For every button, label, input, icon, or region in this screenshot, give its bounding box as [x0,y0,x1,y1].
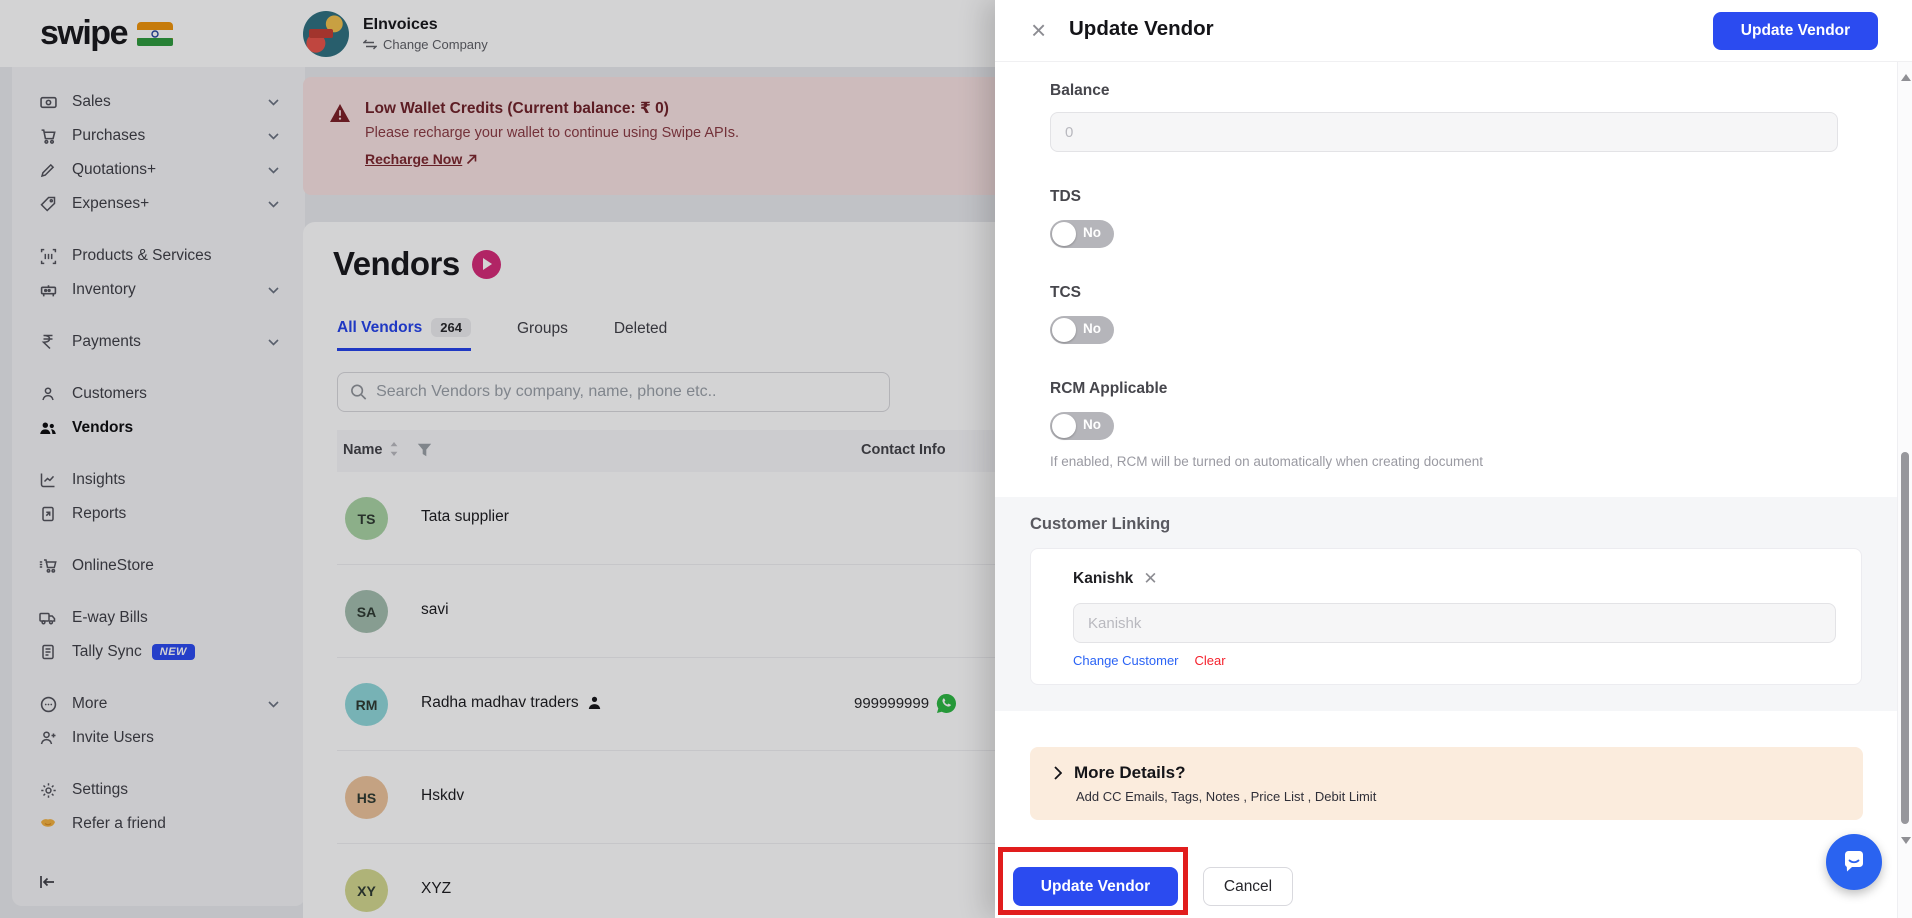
customer-linking-heading: Customer Linking [1030,515,1171,533]
tcs-label: TCS [1050,284,1081,301]
customer-input[interactable] [1073,603,1836,643]
drawer-footer: Update Vendor Cancel [995,830,1912,918]
customer-linking-section: Customer Linking Kanishk ✕ Change Custom… [995,497,1897,711]
clear-link[interactable]: Clear [1195,653,1226,668]
drawer-title: Update Vendor [1069,17,1214,40]
drawer-header: × Update Vendor Update Vendor [995,0,1912,62]
drawer-body: Balance TDS No TCS No RCM Applicable No … [995,62,1897,830]
tds-label: TDS [1050,188,1081,205]
drawer-scrollbar [1897,62,1912,918]
more-details-subtitle: Add CC Emails, Tags, Notes , Price List … [1076,789,1377,804]
more-details-expander[interactable]: More Details? Add CC Emails, Tags, Notes… [1030,747,1863,820]
scroll-down-arrow[interactable] [1901,837,1911,844]
balance-input[interactable] [1050,112,1838,152]
close-icon[interactable]: × [1031,15,1046,45]
toggle-value: No [1083,225,1101,240]
rcm-label: RCM Applicable [1050,380,1168,397]
more-details-title: More Details? [1074,763,1186,782]
drawer-overlay[interactable] [0,0,995,918]
scroll-up-arrow[interactable] [1901,74,1911,81]
rcm-toggle[interactable]: No [1050,412,1114,440]
change-customer-link[interactable]: Change Customer [1073,653,1179,668]
chat-widget-button[interactable] [1826,834,1882,890]
balance-label: Balance [1050,82,1110,99]
tcs-toggle[interactable]: No [1050,316,1114,344]
remove-customer-icon[interactable]: ✕ [1143,569,1157,589]
cancel-button[interactable]: Cancel [1203,867,1293,906]
toggle-value: No [1083,417,1101,432]
update-vendor-header-button[interactable]: Update Vendor [1713,12,1878,50]
update-vendor-drawer: × Update Vendor Update Vendor Balance TD… [995,0,1912,918]
toggle-value: No [1083,321,1101,336]
rcm-help-text: If enabled, RCM will be turned on automa… [1050,454,1483,469]
chevron-right-icon [1054,766,1062,780]
scrollbar-thumb[interactable] [1901,452,1909,824]
tds-toggle[interactable]: No [1050,220,1114,248]
toggle-knob [1052,222,1076,246]
update-vendor-button[interactable]: Update Vendor [1013,867,1178,906]
toggle-knob [1052,414,1076,438]
toggle-knob [1052,318,1076,342]
chat-bubble-icon [1844,851,1863,872]
selected-customer-name: Kanishk [1073,570,1134,587]
customer-linking-card: Kanishk ✕ Change Customer Clear [1030,548,1862,685]
